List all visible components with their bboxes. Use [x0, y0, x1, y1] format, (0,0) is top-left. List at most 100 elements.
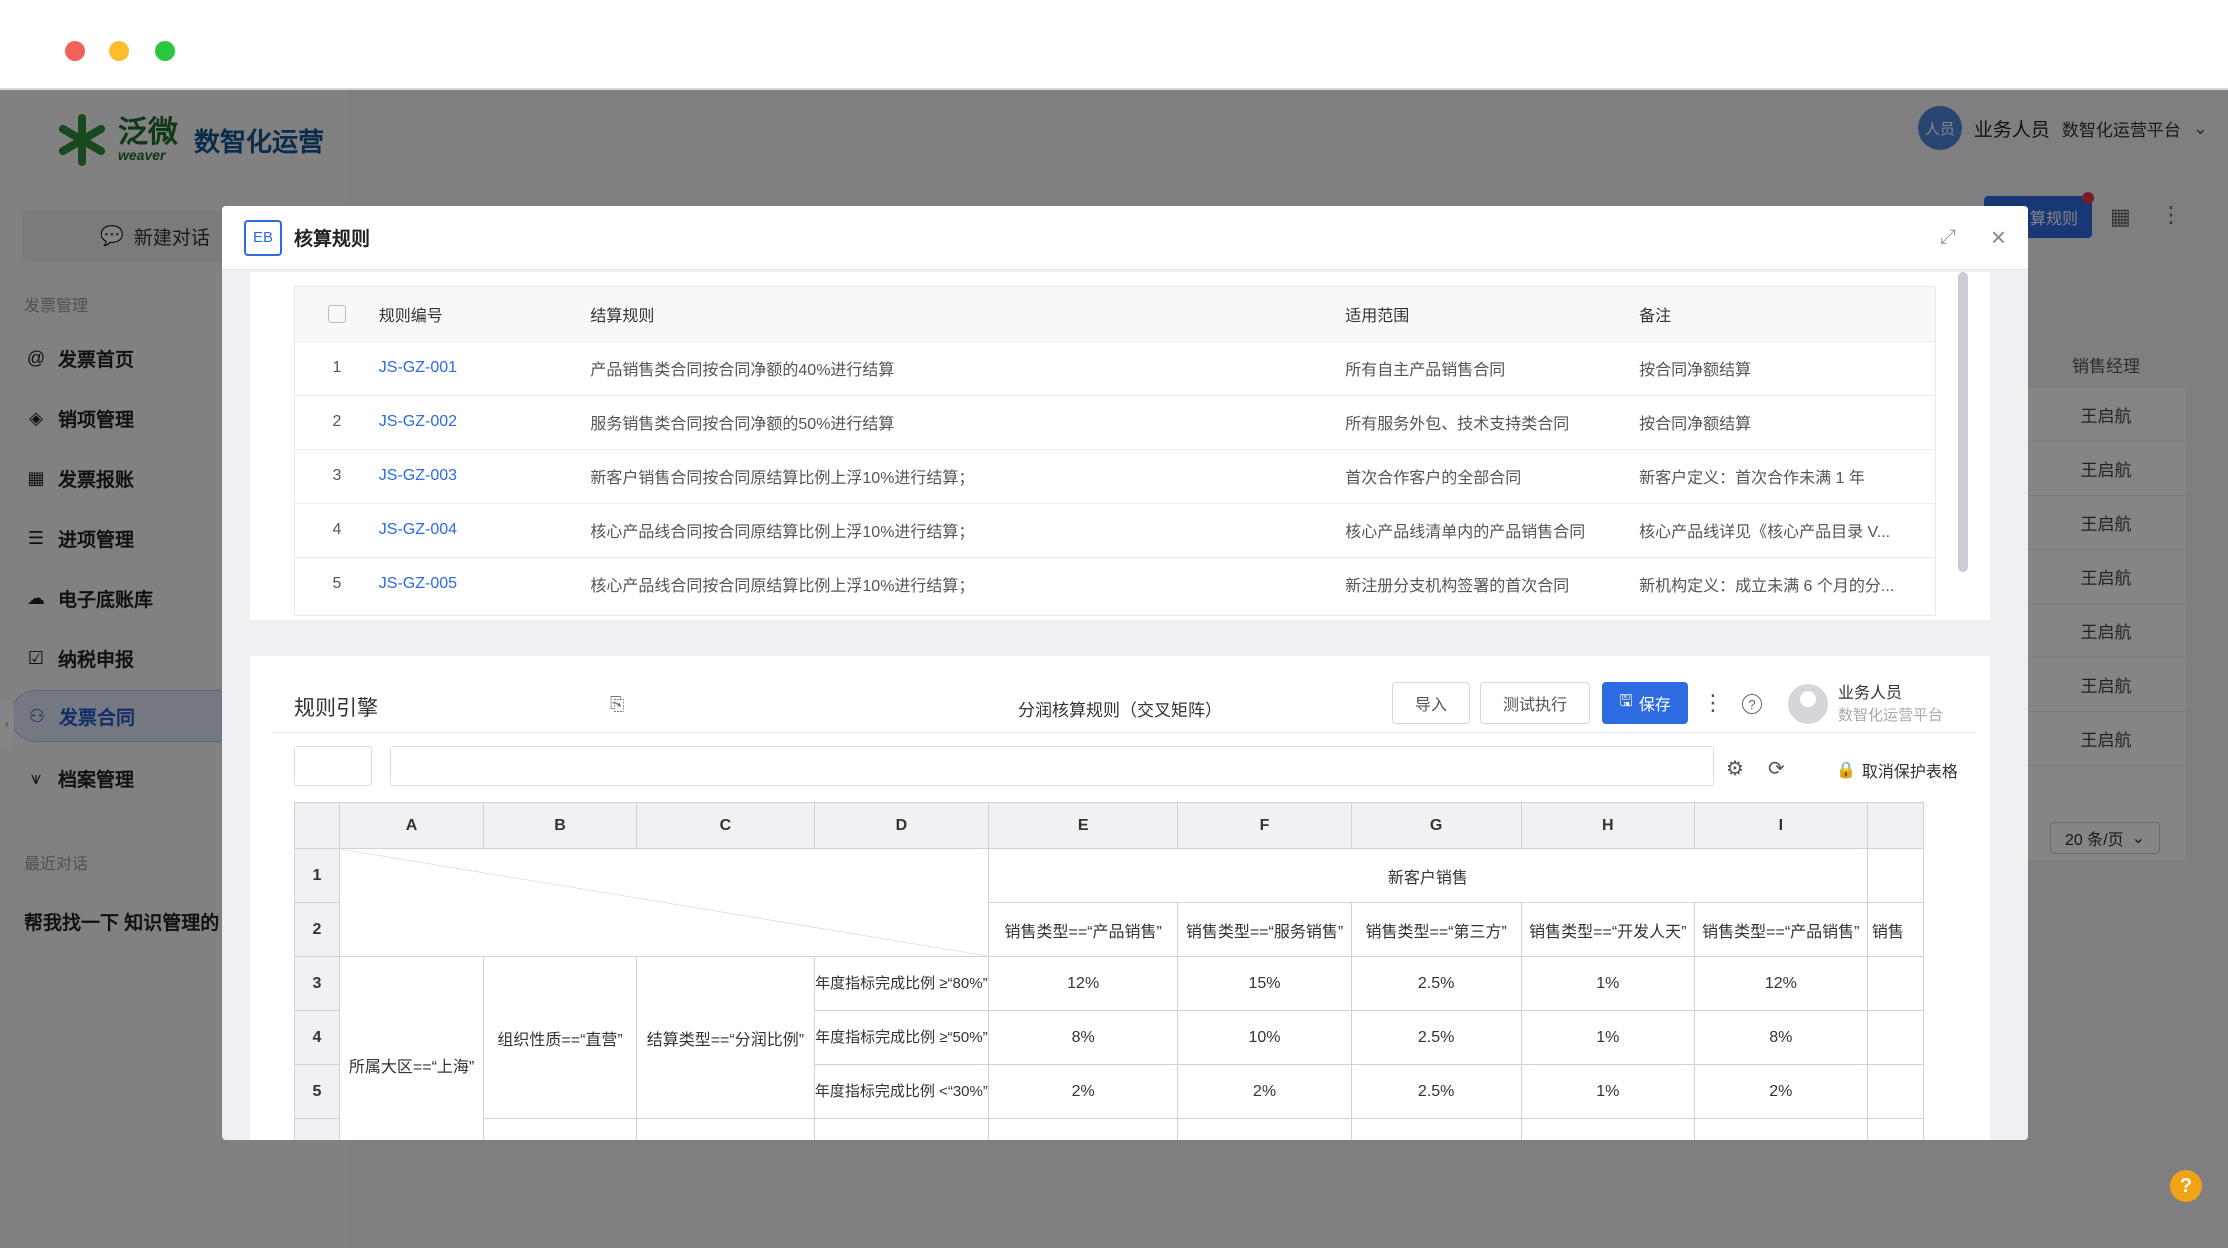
row-header[interactable]: 3: [294, 956, 340, 1011]
col-header[interactable]: A: [338, 802, 485, 849]
rules-table: 规则编号 结算规则 适用范围 备注 1 JS-GZ-001 产品销售类合同按合同…: [294, 286, 1936, 616]
value-cell[interactable]: 10%: [1177, 1010, 1352, 1065]
target-condition-cell[interactable]: 年度指标完成比例 ≥“80%”: [813, 956, 989, 1011]
value-cell[interactable]: 12%: [987, 956, 1179, 1011]
col-header[interactable]: F: [1177, 802, 1352, 849]
value-cell[interactable]: 1%: [1520, 1064, 1695, 1119]
row-header[interactable]: 2: [294, 902, 340, 957]
value-cell[interactable]: 2.5%: [1350, 956, 1522, 1011]
value-cell[interactable]: 2%: [1177, 1064, 1352, 1119]
target-condition-cell[interactable]: 年度指标完成比例 <“30%”: [813, 1064, 989, 1119]
engine-title: 规则引擎: [294, 697, 378, 720]
sale-type-cell[interactable]: 销售类型==“第三方”: [1350, 902, 1522, 957]
rule-id-link[interactable]: JS-GZ-005: [379, 575, 457, 592]
maximize-window-button[interactable]: [155, 41, 175, 61]
more-icon[interactable]: ⋮: [1702, 690, 1724, 716]
col-header-id: 规则编号: [378, 287, 591, 341]
sale-type-cell[interactable]: 销售类型==“产品销售”: [1693, 902, 1868, 957]
minimize-window-button[interactable]: [109, 41, 129, 61]
region-condition-cell[interactable]: 所属大区==“上海”: [338, 956, 485, 1140]
sheet-cell[interactable]: [1866, 1064, 1924, 1119]
value-cell[interactable]: 1%: [1520, 1010, 1695, 1065]
value-cell[interactable]: 8%: [1693, 1010, 1868, 1065]
col-header[interactable]: G: [1350, 802, 1522, 849]
col-header[interactable]: C: [635, 802, 815, 849]
org-condition-cell[interactable]: 组织性质==“直营”: [483, 956, 637, 1119]
corner-cell[interactable]: [294, 802, 340, 849]
sheet-cell[interactable]: [1866, 1010, 1924, 1065]
sheet-cell[interactable]: [987, 1118, 1179, 1140]
sheet-cell[interactable]: [483, 1118, 637, 1140]
help-icon[interactable]: ?: [1742, 694, 1762, 714]
vertical-scrollbar[interactable]: [1958, 272, 1968, 572]
avatar: [1788, 684, 1828, 724]
spreadsheet[interactable]: A B C D E F G H I 1 新客户销售 2 销售类型==“产品销售”…: [294, 802, 1924, 1140]
import-button[interactable]: 导入: [1392, 682, 1470, 724]
sale-type-cell[interactable]: 销售类型==“服务销售”: [1177, 902, 1352, 957]
value-cell[interactable]: 2.5%: [1350, 1010, 1522, 1065]
value-cell[interactable]: 2%: [1693, 1064, 1868, 1119]
settle-condition-cell[interactable]: 结算类型==“分润比例”: [635, 956, 815, 1119]
table-row[interactable]: 4 JS-GZ-004 核心产品线合同按合同原结算比例上浮10%进行结算； 核心…: [295, 502, 1935, 557]
row-header[interactable]: [294, 1118, 340, 1140]
value-cell[interactable]: 8%: [987, 1010, 1179, 1065]
sheet-cell[interactable]: [1520, 1118, 1695, 1140]
target-condition-cell[interactable]: 年度指标完成比例 ≥“50%”: [813, 1010, 989, 1065]
value-cell[interactable]: 15%: [1177, 956, 1352, 1011]
diagonal-line: [340, 849, 988, 956]
table-row[interactable]: 5 JS-GZ-005 核心产品线合同按合同原结算比例上浮10%进行结算； 新注…: [295, 556, 1935, 611]
eb-badge: EB: [244, 219, 282, 256]
col-header[interactable]: D: [813, 802, 989, 849]
rule-scope: 所有自主产品销售合同: [1345, 340, 1640, 395]
cell-reference-input[interactable]: [294, 746, 372, 786]
col-header[interactable]: [1866, 802, 1924, 849]
col-header[interactable]: I: [1693, 802, 1868, 849]
row-header[interactable]: 5: [294, 1064, 340, 1119]
test-run-button[interactable]: 测试执行: [1480, 682, 1590, 724]
row-header[interactable]: 4: [294, 1010, 340, 1065]
sheet-cell[interactable]: [1866, 1118, 1924, 1140]
sheet-cell[interactable]: [1866, 848, 1924, 903]
gear-icon[interactable]: ⚙: [1726, 756, 1744, 781]
value-cell[interactable]: 2.5%: [1350, 1064, 1522, 1119]
table-row[interactable]: 2 JS-GZ-002 服务销售类合同按合同净额的50%进行结算 所有服务外包、…: [295, 394, 1935, 449]
unprotect-sheet-button[interactable]: 🔒 取消保护表格: [1836, 758, 1958, 782]
rule-id-link[interactable]: JS-GZ-004: [379, 521, 457, 538]
value-cell[interactable]: 1%: [1520, 956, 1695, 1011]
rule-text: 服务销售类合同按合同净额的50%进行结算: [590, 394, 1346, 449]
sheet-cell[interactable]: [1350, 1118, 1522, 1140]
rule-id-link[interactable]: JS-GZ-003: [379, 467, 457, 484]
sheet-cell[interactable]: [1866, 956, 1924, 1011]
sale-type-cell[interactable]: 销售类型==“开发人天”: [1520, 902, 1695, 957]
sheet-cell[interactable]: [635, 1118, 815, 1140]
refresh-icon[interactable]: ⟳: [1768, 756, 1785, 781]
table-row[interactable]: 1 JS-GZ-001 产品销售类合同按合同净额的40%进行结算 所有自主产品销…: [295, 340, 1935, 395]
save-button[interactable]: 🖫 保存: [1602, 682, 1688, 724]
col-header[interactable]: B: [483, 802, 637, 849]
diagonal-header-cell[interactable]: [338, 848, 989, 957]
col-header[interactable]: E: [987, 802, 1179, 849]
rule-id-link[interactable]: JS-GZ-001: [379, 359, 457, 376]
row-number: 5: [295, 556, 379, 611]
col-header[interactable]: H: [1520, 802, 1695, 849]
row-header[interactable]: 1: [294, 848, 340, 903]
help-fab-icon[interactable]: ?: [2170, 1170, 2202, 1202]
sale-type-cell[interactable]: 销售: [1866, 902, 1924, 957]
sheet-cell[interactable]: [813, 1118, 989, 1140]
rule-scope: 核心产品线清单内的产品销售合同: [1345, 502, 1640, 557]
close-window-button[interactable]: [65, 41, 85, 61]
group-header-cell[interactable]: 新客户销售: [987, 848, 1868, 903]
rule-id-link[interactable]: JS-GZ-002: [379, 413, 457, 430]
table-row[interactable]: 3 JS-GZ-003 新客户销售合同按合同原结算比例上浮10%进行结算； 首次…: [295, 448, 1935, 503]
select-all-checkbox[interactable]: [327, 304, 346, 323]
value-cell[interactable]: 2%: [987, 1064, 1179, 1119]
rule-note: 核心产品线详见《核心产品目录 V...: [1639, 502, 1935, 557]
sheet-cell[interactable]: [1693, 1118, 1868, 1140]
value-cell[interactable]: 12%: [1693, 956, 1868, 1011]
sheet-cell[interactable]: [1177, 1118, 1352, 1140]
document-settings-icon[interactable]: ⎘: [610, 694, 624, 715]
formula-input[interactable]: [390, 746, 1714, 786]
expand-icon[interactable]: ⤢: [1940, 226, 1956, 249]
close-icon[interactable]: ×: [1991, 222, 2006, 253]
sale-type-cell[interactable]: 销售类型==“产品销售”: [987, 902, 1179, 957]
